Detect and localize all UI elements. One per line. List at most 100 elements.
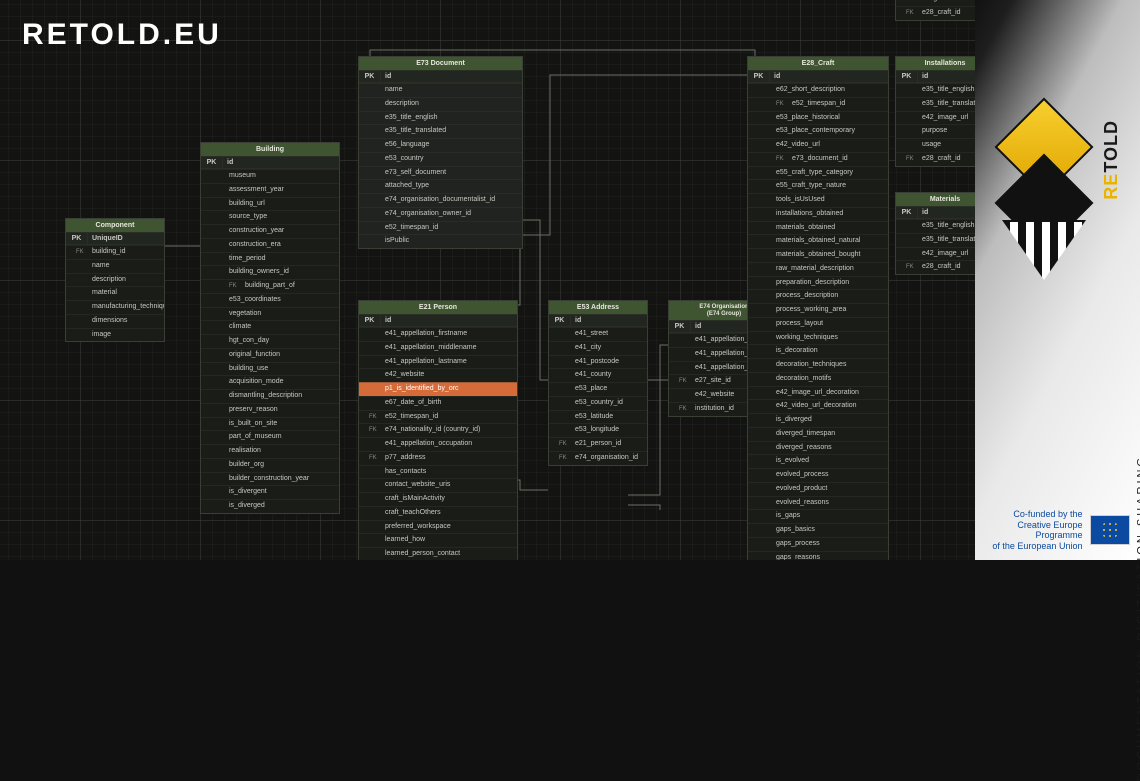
entity-attr: e53_longitude bbox=[549, 423, 647, 437]
entity-attr: e74_organisation_owner_id bbox=[359, 207, 522, 221]
entity-attr: e62_short_description bbox=[748, 83, 888, 97]
entity-attr: is_diverged bbox=[748, 413, 888, 427]
entity-attr: material bbox=[66, 286, 164, 300]
entity-attr: craft_isMainActivity bbox=[359, 492, 517, 506]
attr-list: e35_title_englishe35_title_translatede42… bbox=[896, 83, 975, 166]
entity-title: E28_Craft bbox=[748, 57, 888, 71]
entity-attr: e41_street bbox=[549, 327, 647, 341]
tagline-text: DOCUMENTATION DIGITISATION SHARING bbox=[1135, 455, 1140, 781]
entity-person[interactable]: E21 Person PKid e41_appellation_firstnam… bbox=[358, 300, 518, 560]
entity-attr: e53_latitude bbox=[549, 410, 647, 424]
entity-attr: dismantling_description bbox=[201, 389, 339, 403]
entity-attr: preserv_reason bbox=[201, 403, 339, 417]
entity-attr: decoration_motifs bbox=[748, 372, 888, 386]
entity-attr: museum bbox=[201, 169, 339, 183]
entity-attr: process_working_area bbox=[748, 303, 888, 317]
entity-attr: building_id bbox=[66, 245, 164, 259]
entity-attr: e52_timespan_id bbox=[359, 221, 522, 235]
attr-list: museumassessment_yearbuilding_urlsource_… bbox=[201, 169, 339, 513]
entity-attr: isPublic bbox=[359, 234, 522, 248]
entity-title: E53 Address bbox=[549, 301, 647, 315]
entity-attr: installations_obtained bbox=[748, 207, 888, 221]
entity-attr: e55_craft_type_nature bbox=[748, 179, 888, 193]
entity-attr: hgt_con_day bbox=[201, 334, 339, 348]
entity-attr: is_evolved bbox=[748, 454, 888, 468]
entity-attr: e55_craft_type_category bbox=[748, 166, 888, 180]
entity-attr: e42_video_url_decoration bbox=[748, 399, 888, 413]
entity-attr: e41_appellation_middlename bbox=[359, 341, 517, 355]
entity-attr: manufacturing_technique bbox=[66, 300, 164, 314]
entity-attr: name bbox=[359, 83, 522, 97]
entity-attr: e21_person_id bbox=[549, 437, 647, 451]
entity-attr: e53_country bbox=[359, 152, 522, 166]
entity-attr: e53_place_historical bbox=[748, 111, 888, 125]
entity-attr: has_contacts bbox=[359, 465, 517, 479]
entity-attr: is_gaps bbox=[748, 509, 888, 523]
entity-attr: is_diverged bbox=[201, 499, 339, 513]
entity-attr: e41_county bbox=[549, 368, 647, 382]
entity-attr: e74_organisation_documentalist_id bbox=[359, 193, 522, 207]
entity-title: Materials bbox=[896, 193, 975, 207]
attr-list: building_idnamedescriptionmaterialmanufa… bbox=[66, 245, 164, 341]
attr-list: e35_title_englishe35_title_translatede42… bbox=[896, 219, 975, 274]
entity-attr: purpose bbox=[896, 124, 975, 138]
entity-attr: e42_image_url bbox=[896, 247, 975, 261]
entity-attr: assessment_year bbox=[201, 183, 339, 197]
attr-list: usagee28_craft_id bbox=[896, 0, 975, 20]
entity-attr: part_of_museum bbox=[201, 430, 339, 444]
entity-attr: attached_type bbox=[359, 179, 522, 193]
entity-attr: e42_image_url_decoration bbox=[748, 386, 888, 400]
entity-attr: e35_title_translated bbox=[359, 124, 522, 138]
entity-attr: building_url bbox=[201, 197, 339, 211]
entity-component[interactable]: Component PKUniqueID building_idnamedesc… bbox=[65, 218, 165, 342]
entity-attr: learned_how bbox=[359, 533, 517, 547]
entity-attr: preferred_workspace bbox=[359, 520, 517, 534]
entity-attr: contact_website_uris bbox=[359, 478, 517, 492]
entity-attr: diverged_timespan bbox=[748, 427, 888, 441]
entity-attr: e41_city bbox=[549, 341, 647, 355]
entity-attr: decoration_techniques bbox=[748, 358, 888, 372]
entity-attr: gaps_process bbox=[748, 537, 888, 551]
entity-attr: e41_appellation_firstname bbox=[359, 327, 517, 341]
brand-sidebar: RETOLD DOCUMENTATION DIGITISATION SHARIN… bbox=[975, 0, 1140, 560]
entity-attr: vegetation bbox=[201, 307, 339, 321]
entity-materials[interactable]: Materials PKid e35_title_englishe35_titl… bbox=[895, 192, 975, 275]
entity-attr: source_type bbox=[201, 210, 339, 224]
entity-attr: materials_obtained_natural bbox=[748, 234, 888, 248]
entity-attr: e53_country_id bbox=[549, 396, 647, 410]
erd-canvas[interactable]: RETOLD.EU Component PKUniqueID building_… bbox=[0, 0, 975, 560]
eu-flag-icon bbox=[1090, 515, 1130, 545]
entity-attr: e73_document_id bbox=[748, 152, 888, 166]
entity-attr: p77_address bbox=[359, 451, 517, 465]
entity-attr: e28_craft_id bbox=[896, 260, 975, 274]
entity-attr: gaps_reasons bbox=[748, 551, 888, 561]
entity-attr: is_divergent bbox=[201, 485, 339, 499]
entity-attr: usage bbox=[896, 138, 975, 152]
logo-stripes bbox=[1002, 220, 1086, 280]
entity-attr: building_part_of bbox=[201, 279, 339, 293]
entity-attr: realisation bbox=[201, 444, 339, 458]
entity-attr: e74_organisation_id bbox=[549, 451, 647, 465]
entity-title: E73 Document bbox=[359, 57, 522, 71]
entity-attr: construction_era bbox=[201, 238, 339, 252]
entity-document[interactable]: E73 Document PKid namedescriptione35_tit… bbox=[358, 56, 523, 249]
entity-attr: p1_is_identified_by_orc bbox=[359, 382, 517, 396]
entity-attr: e53_place bbox=[549, 382, 647, 396]
entity-attr: is_built_on_site bbox=[201, 417, 339, 431]
entity-installations[interactable]: Installations PKid e35_title_englishe35_… bbox=[895, 56, 975, 167]
entity-attr: e41_appellation_lastname bbox=[359, 355, 517, 369]
entity-fragment-top[interactable]: usagee28_craft_id bbox=[895, 0, 975, 21]
entity-attr: evolved_process bbox=[748, 468, 888, 482]
entity-attr: builder_construction_year bbox=[201, 472, 339, 486]
entity-attr: construction_year bbox=[201, 224, 339, 238]
entity-title: Building bbox=[201, 143, 339, 157]
entity-attr: building_owners_id bbox=[201, 265, 339, 279]
entity-attr: e42_video_url bbox=[748, 138, 888, 152]
entity-craft[interactable]: E28_Craft PKid e62_short_descriptione52_… bbox=[747, 56, 889, 560]
entity-address[interactable]: E53 Address PKid e41_streete41_citye41_p… bbox=[548, 300, 648, 466]
entity-attr: evolved_product bbox=[748, 482, 888, 496]
entity-attr: dimensions bbox=[66, 314, 164, 328]
entity-building[interactable]: Building PKid museumassessment_yearbuild… bbox=[200, 142, 340, 514]
retold-logo: RETOLD bbox=[984, 112, 1104, 282]
entity-attr: e41_appellation_occupation bbox=[359, 437, 517, 451]
